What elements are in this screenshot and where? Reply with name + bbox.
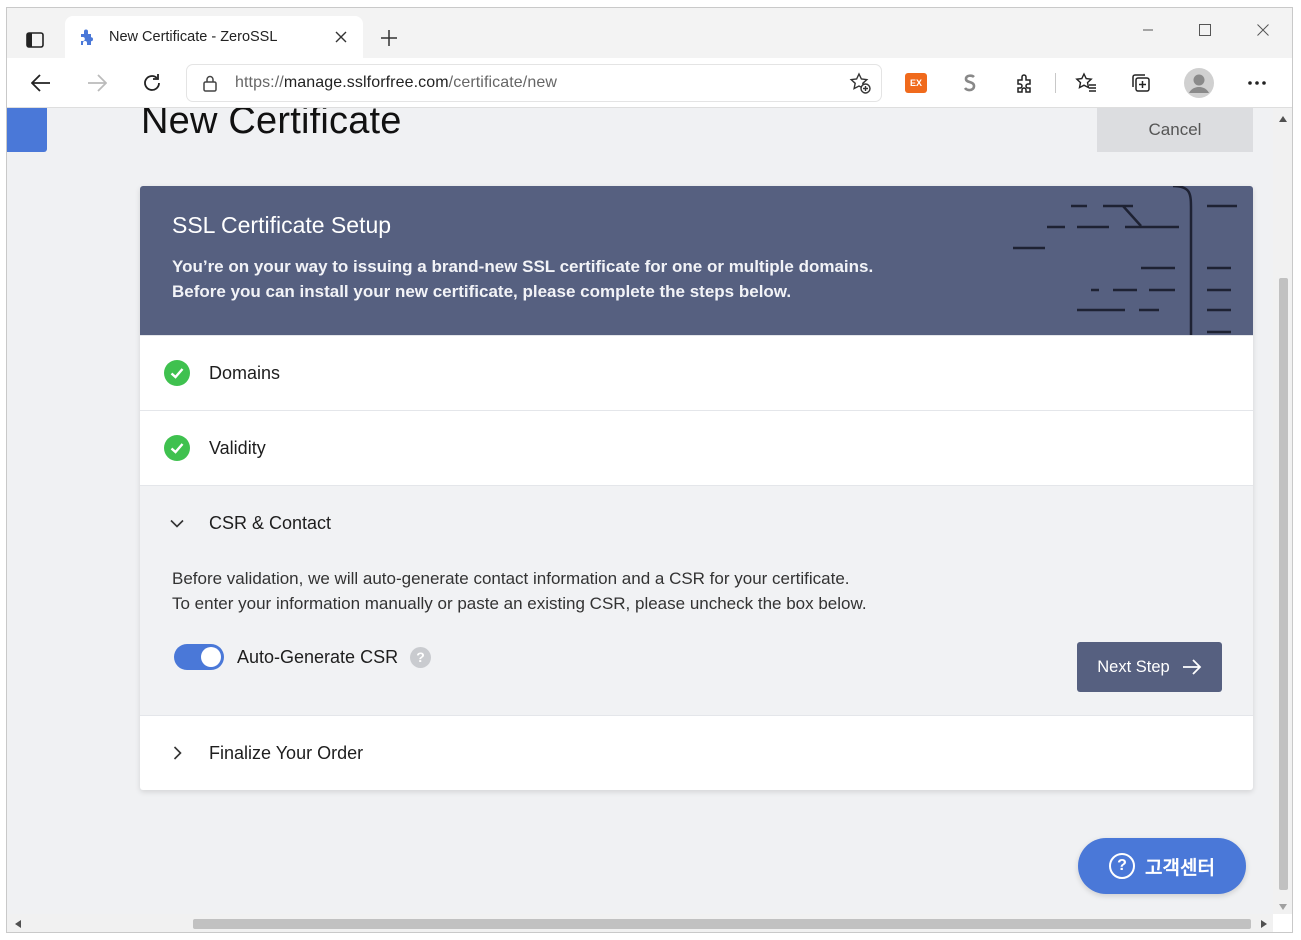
next-step-label: Next Step (1097, 657, 1170, 676)
sidebar-toggle[interactable] (7, 108, 47, 152)
toggle-knob (201, 647, 221, 667)
browser-window: New Certificate - ZeroSSL https://manage… (6, 7, 1293, 933)
question-icon: ? (1109, 853, 1136, 879)
url-text[interactable]: https://manage.sslforfree.com/certificat… (235, 74, 557, 92)
auto-generate-csr-label: Auto-Generate CSR (237, 646, 399, 667)
profile-icon[interactable] (1184, 68, 1214, 98)
address-bar[interactable]: https://manage.sslforfree.com/certificat… (187, 65, 881, 101)
maximize-icon[interactable] (1182, 16, 1228, 44)
forward-arrow-icon[interactable] (81, 67, 113, 99)
puzzle-favicon (81, 29, 93, 45)
more-icon[interactable] (1245, 71, 1269, 95)
minimize-icon[interactable] (1125, 16, 1171, 44)
ex-extension-label: EX (909, 78, 922, 88)
toolbar-separator (1055, 73, 1056, 93)
check-icon (164, 360, 190, 386)
ex-extension-icon[interactable]: EX (904, 71, 928, 95)
step-label: CSR & Contact (209, 512, 332, 533)
csr-description-1: Before validation, we will auto-generate… (172, 569, 850, 588)
auto-generate-row: Auto-Generate CSR ? (174, 644, 432, 670)
step-validity[interactable]: Validity (140, 410, 1253, 485)
next-step-button[interactable]: Next Step (1077, 642, 1222, 692)
auto-generate-csr-toggle[interactable] (174, 644, 224, 670)
step-label: Finalize Your Order (209, 742, 364, 763)
chevron-down-icon (164, 510, 190, 536)
cancel-button[interactable]: Cancel (1097, 108, 1253, 152)
scroll-up-icon[interactable] (1279, 116, 1287, 122)
scroll-right-icon[interactable] (1261, 920, 1267, 928)
lock-icon[interactable] (201, 74, 219, 92)
collections-icon[interactable] (1129, 71, 1153, 95)
horizontal-scroll-thumb[interactable] (193, 919, 1251, 929)
scroll-left-icon[interactable] (15, 920, 21, 928)
step-label: Validity (209, 437, 266, 458)
step-finalize-order[interactable]: Finalize Your Order (140, 715, 1253, 790)
csr-description-2: To enter your information manually or pa… (172, 594, 867, 613)
help-center-label: 고객센터 (1145, 857, 1215, 879)
tab-actions-icon[interactable] (21, 26, 49, 54)
hero-decoration (1013, 186, 1237, 335)
vertical-scrollbar[interactable] (1273, 108, 1292, 914)
s-extension-icon[interactable] (958, 71, 982, 95)
close-icon[interactable] (331, 27, 351, 47)
page-title: New Certificate (141, 108, 402, 142)
step-csr-header[interactable]: CSR & Contact (140, 486, 1253, 560)
tab-title: New Certificate - ZeroSSL (109, 29, 278, 45)
setup-hero: SSL Certificate Setup You’re on your way… (140, 186, 1253, 335)
step-domains[interactable]: Domains (140, 335, 1253, 410)
check-icon (164, 435, 190, 461)
plus-icon[interactable] (375, 24, 403, 52)
back-arrow-icon[interactable] (25, 67, 57, 99)
step-csr-contact: CSR & Contact Before validation, we will… (140, 485, 1253, 715)
vertical-scroll-thumb[interactable] (1279, 278, 1288, 890)
csr-step-body: Before validation, we will auto-generate… (140, 560, 1253, 715)
puzzle-icon[interactable] (1013, 71, 1037, 95)
scroll-down-icon[interactable] (1279, 904, 1287, 910)
window-close-icon[interactable] (1240, 16, 1286, 44)
page-viewport: New Certificate Cancel SSL Certificate S… (7, 108, 1273, 914)
help-icon[interactable]: ? (410, 646, 432, 668)
horizontal-scrollbar[interactable] (7, 914, 1273, 932)
help-center-button[interactable]: ? 고객센터 (1078, 838, 1246, 894)
add-favorite-icon[interactable] (849, 72, 871, 94)
step-label: Domains (209, 362, 281, 383)
arrow-right-icon (1182, 659, 1202, 675)
scrollbar-corner (1273, 914, 1292, 932)
browser-tab[interactable]: New Certificate - ZeroSSL (65, 16, 363, 58)
refresh-icon[interactable] (136, 67, 168, 99)
tab-bar: New Certificate - ZeroSSL (7, 8, 1292, 58)
favorites-icon[interactable] (1074, 71, 1098, 95)
certificate-setup-card: SSL Certificate Setup You’re on your way… (140, 186, 1253, 790)
navigation-bar: https://manage.sslforfree.com/certificat… (7, 58, 1292, 108)
chevron-right-icon (164, 740, 190, 766)
